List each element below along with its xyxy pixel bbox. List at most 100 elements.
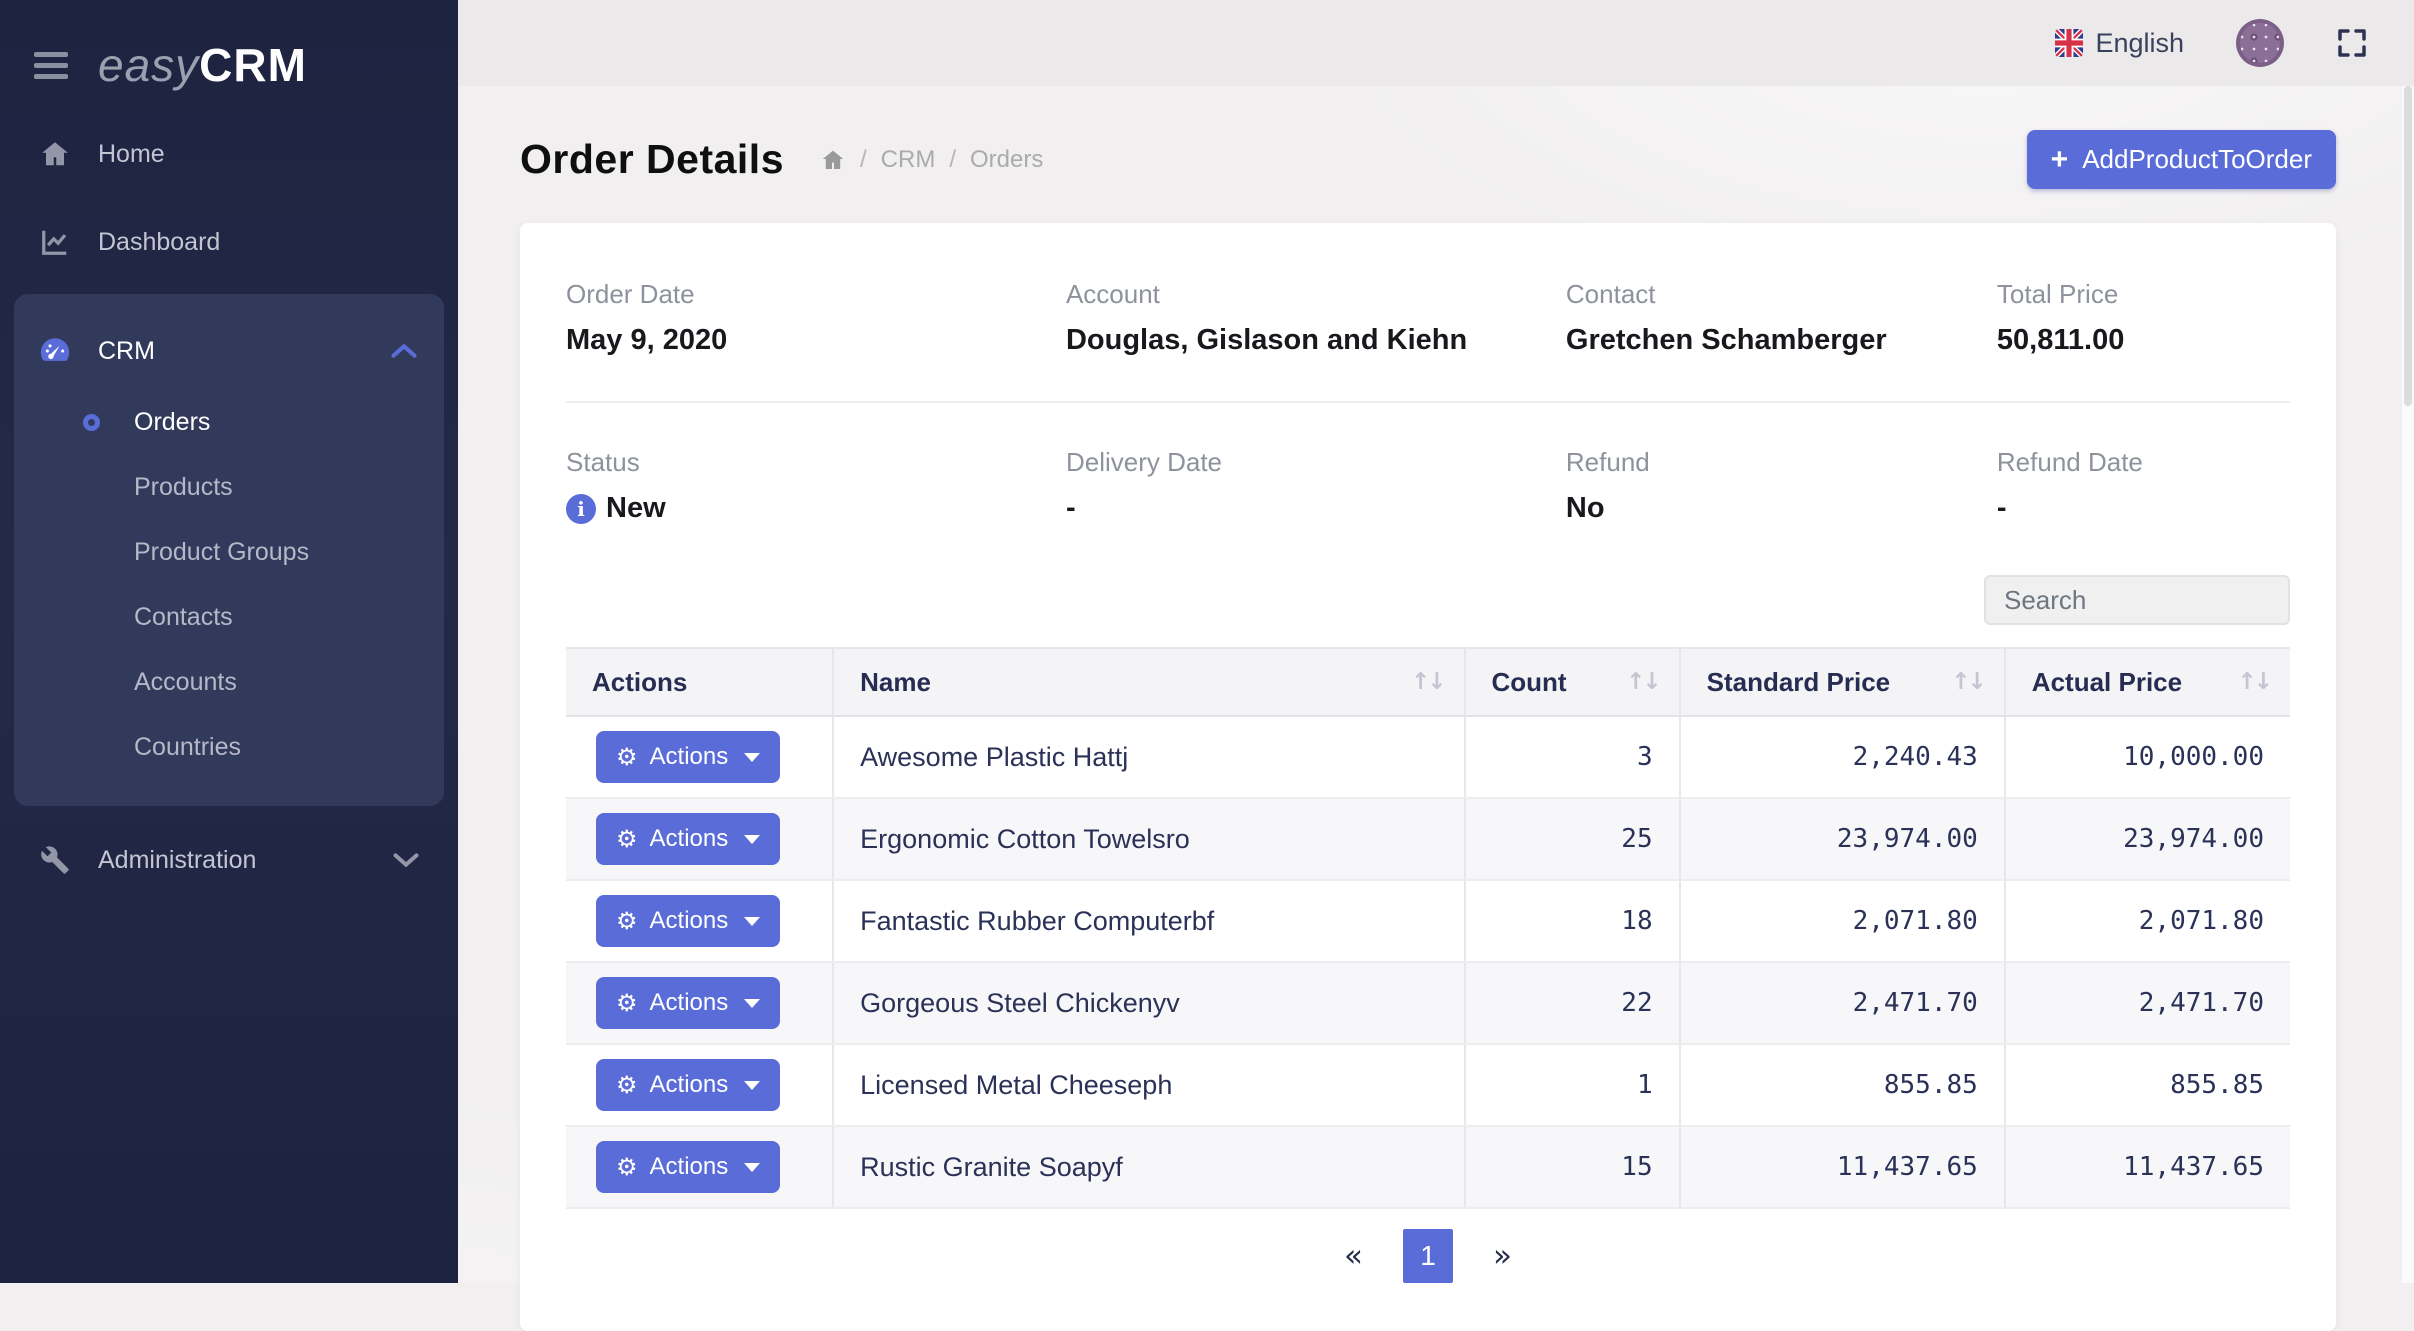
- chevron-down-icon: [392, 851, 420, 869]
- sort-icon[interactable]: ↑↓: [1626, 669, 1659, 695]
- field-value: Gretchen Schamberger: [1566, 324, 1997, 357]
- page-title: Order Details: [520, 136, 784, 183]
- breadcrumb-separator: /: [949, 146, 956, 174]
- sidebar-item-orders[interactable]: Orders: [14, 390, 444, 455]
- actual-price-cell: 23,974.00: [2005, 798, 2290, 880]
- field-label: Delivery Date: [1066, 447, 1566, 478]
- caret-down-icon: [744, 753, 760, 762]
- product-name-cell: Gorgeous Steel Chickenyv: [833, 962, 1464, 1044]
- field-value: Douglas, Gislason and Kiehn: [1066, 324, 1566, 357]
- gear-icon: ⚙: [616, 1155, 638, 1179]
- sidebar-item-label: CRM: [98, 337, 390, 366]
- field-value: -: [1997, 492, 2290, 525]
- sidebar-subitem-label: Accounts: [134, 668, 237, 697]
- column-header-count[interactable]: Count ↑↓: [1465, 648, 1680, 716]
- breadcrumb-orders[interactable]: Orders: [970, 146, 1043, 174]
- standard-price-cell: 2,240.43: [1680, 716, 2005, 798]
- contact-field: Contact Gretchen Schamberger: [1566, 279, 1997, 357]
- row-actions-button[interactable]: ⚙ Actions: [596, 1059, 780, 1111]
- product-name-cell: Rustic Granite Soapyf: [833, 1126, 1464, 1208]
- actual-price-cell: 2,471.70: [2005, 962, 2290, 1044]
- table-header-row: Actions Name ↑↓ Count ↑↓ Standard Price …: [566, 648, 2290, 716]
- sidebar-item-administration[interactable]: Administration: [0, 816, 458, 904]
- table-row: ⚙ Actions Ergonomic Cotton Towelsro 25 2…: [566, 798, 2290, 880]
- sidebar-item-dashboard[interactable]: Dashboard: [0, 198, 458, 286]
- breadcrumb-separator: /: [860, 146, 867, 174]
- sidebar-subitem-label: Product Groups: [134, 538, 309, 567]
- caret-down-icon: [744, 999, 760, 1008]
- row-actions-button[interactable]: ⚙ Actions: [596, 813, 780, 865]
- sidebar-item-home[interactable]: Home: [0, 110, 458, 198]
- row-actions-button[interactable]: ⚙ Actions: [596, 731, 780, 783]
- info-icon[interactable]: i: [566, 494, 596, 524]
- sort-icon[interactable]: ↑↓: [1951, 669, 1984, 695]
- pagination-next-button[interactable]: »: [1483, 1232, 1522, 1280]
- gear-icon: ⚙: [616, 991, 638, 1015]
- status-field: Status i New: [566, 447, 1066, 525]
- plus-icon: +: [2051, 145, 2069, 175]
- fullscreen-icon[interactable]: [2336, 27, 2368, 59]
- sidebar-subitem-label: Products: [134, 473, 233, 502]
- field-value: i New: [566, 492, 1066, 525]
- menu-toggle-icon[interactable]: [34, 52, 68, 79]
- breadcrumb: / CRM / Orders: [820, 146, 1043, 174]
- chevron-up-icon: [390, 342, 418, 360]
- row-actions-button[interactable]: ⚙ Actions: [596, 977, 780, 1029]
- breadcrumb-crm[interactable]: CRM: [881, 146, 936, 174]
- topbar: English: [458, 0, 2414, 86]
- row-actions-button[interactable]: ⚙ Actions: [596, 895, 780, 947]
- gear-icon: ⚙: [616, 909, 638, 933]
- standard-price-cell: 11,437.65: [1680, 1126, 2005, 1208]
- sort-icon[interactable]: ↑↓: [1411, 669, 1444, 695]
- sidebar-item-contacts[interactable]: Contacts: [14, 585, 444, 650]
- column-header-standard-price[interactable]: Standard Price ↑↓: [1680, 648, 2005, 716]
- column-header-actual-price[interactable]: Actual Price ↑↓: [2005, 648, 2290, 716]
- brand-easy: easy: [98, 39, 199, 91]
- refund-field: Refund No: [1566, 447, 1997, 525]
- active-bullet-icon: [72, 414, 110, 431]
- app-logo[interactable]: easyCRM: [98, 42, 307, 88]
- actual-price-cell: 10,000.00: [2005, 716, 2290, 798]
- pagination-prev-button[interactable]: «: [1334, 1232, 1373, 1280]
- product-name-cell: Ergonomic Cotton Towelsro: [833, 798, 1464, 880]
- sidebar-item-accounts[interactable]: Accounts: [14, 650, 444, 715]
- sidebar-item-product-groups[interactable]: Product Groups: [14, 520, 444, 585]
- table-row: ⚙ Actions Gorgeous Steel Chickenyv 22 2,…: [566, 962, 2290, 1044]
- count-cell: 1: [1465, 1044, 1680, 1126]
- sort-icon[interactable]: ↑↓: [2237, 669, 2270, 695]
- sidebar-item-countries[interactable]: Countries: [14, 715, 444, 780]
- brand-crm: CRM: [199, 39, 307, 91]
- scrollbar-thumb[interactable]: [2404, 86, 2412, 406]
- count-cell: 15: [1465, 1126, 1680, 1208]
- scrollbar[interactable]: [2402, 86, 2414, 1283]
- caret-down-icon: [744, 1081, 760, 1090]
- sidebar-item-crm[interactable]: CRM: [14, 312, 444, 390]
- language-selector[interactable]: English: [2055, 28, 2184, 59]
- pagination-page-1[interactable]: 1: [1403, 1229, 1453, 1283]
- actual-price-cell: 2,071.80: [2005, 880, 2290, 962]
- sidebar-subitem-label: Orders: [134, 408, 210, 437]
- actual-price-cell: 855.85: [2005, 1044, 2290, 1126]
- row-actions-button[interactable]: ⚙ Actions: [596, 1141, 780, 1193]
- sidebar-subitem-label: Countries: [134, 733, 241, 762]
- caret-down-icon: [744, 1163, 760, 1172]
- search-input[interactable]: [1984, 575, 2290, 625]
- product-name-cell: Fantastic Rubber Computerbf: [833, 880, 1464, 962]
- sidebar-nav: Home Dashboard CRM: [0, 104, 458, 904]
- add-product-to-order-button[interactable]: + AddProductToOrder: [2027, 130, 2336, 189]
- sidebar: easyCRM Home Dashboard: [0, 0, 458, 1283]
- field-label: Total Price: [1997, 279, 2290, 310]
- table-row: ⚙ Actions Awesome Plastic Hattj 3 2,240.…: [566, 716, 2290, 798]
- user-avatar[interactable]: [2236, 19, 2284, 67]
- field-label: Account: [1066, 279, 1566, 310]
- gear-icon: ⚙: [616, 827, 638, 851]
- search-row: [566, 575, 2290, 625]
- account-field: Account Douglas, Gislason and Kiehn: [1066, 279, 1566, 357]
- breadcrumb-home-icon[interactable]: [820, 148, 846, 172]
- home-icon: [36, 139, 74, 169]
- sidebar-item-label: Administration: [98, 846, 392, 875]
- column-header-name[interactable]: Name ↑↓: [833, 648, 1464, 716]
- sidebar-item-products[interactable]: Products: [14, 455, 444, 520]
- delivery-date-field: Delivery Date -: [1066, 447, 1566, 525]
- product-name-cell: Awesome Plastic Hattj: [833, 716, 1464, 798]
